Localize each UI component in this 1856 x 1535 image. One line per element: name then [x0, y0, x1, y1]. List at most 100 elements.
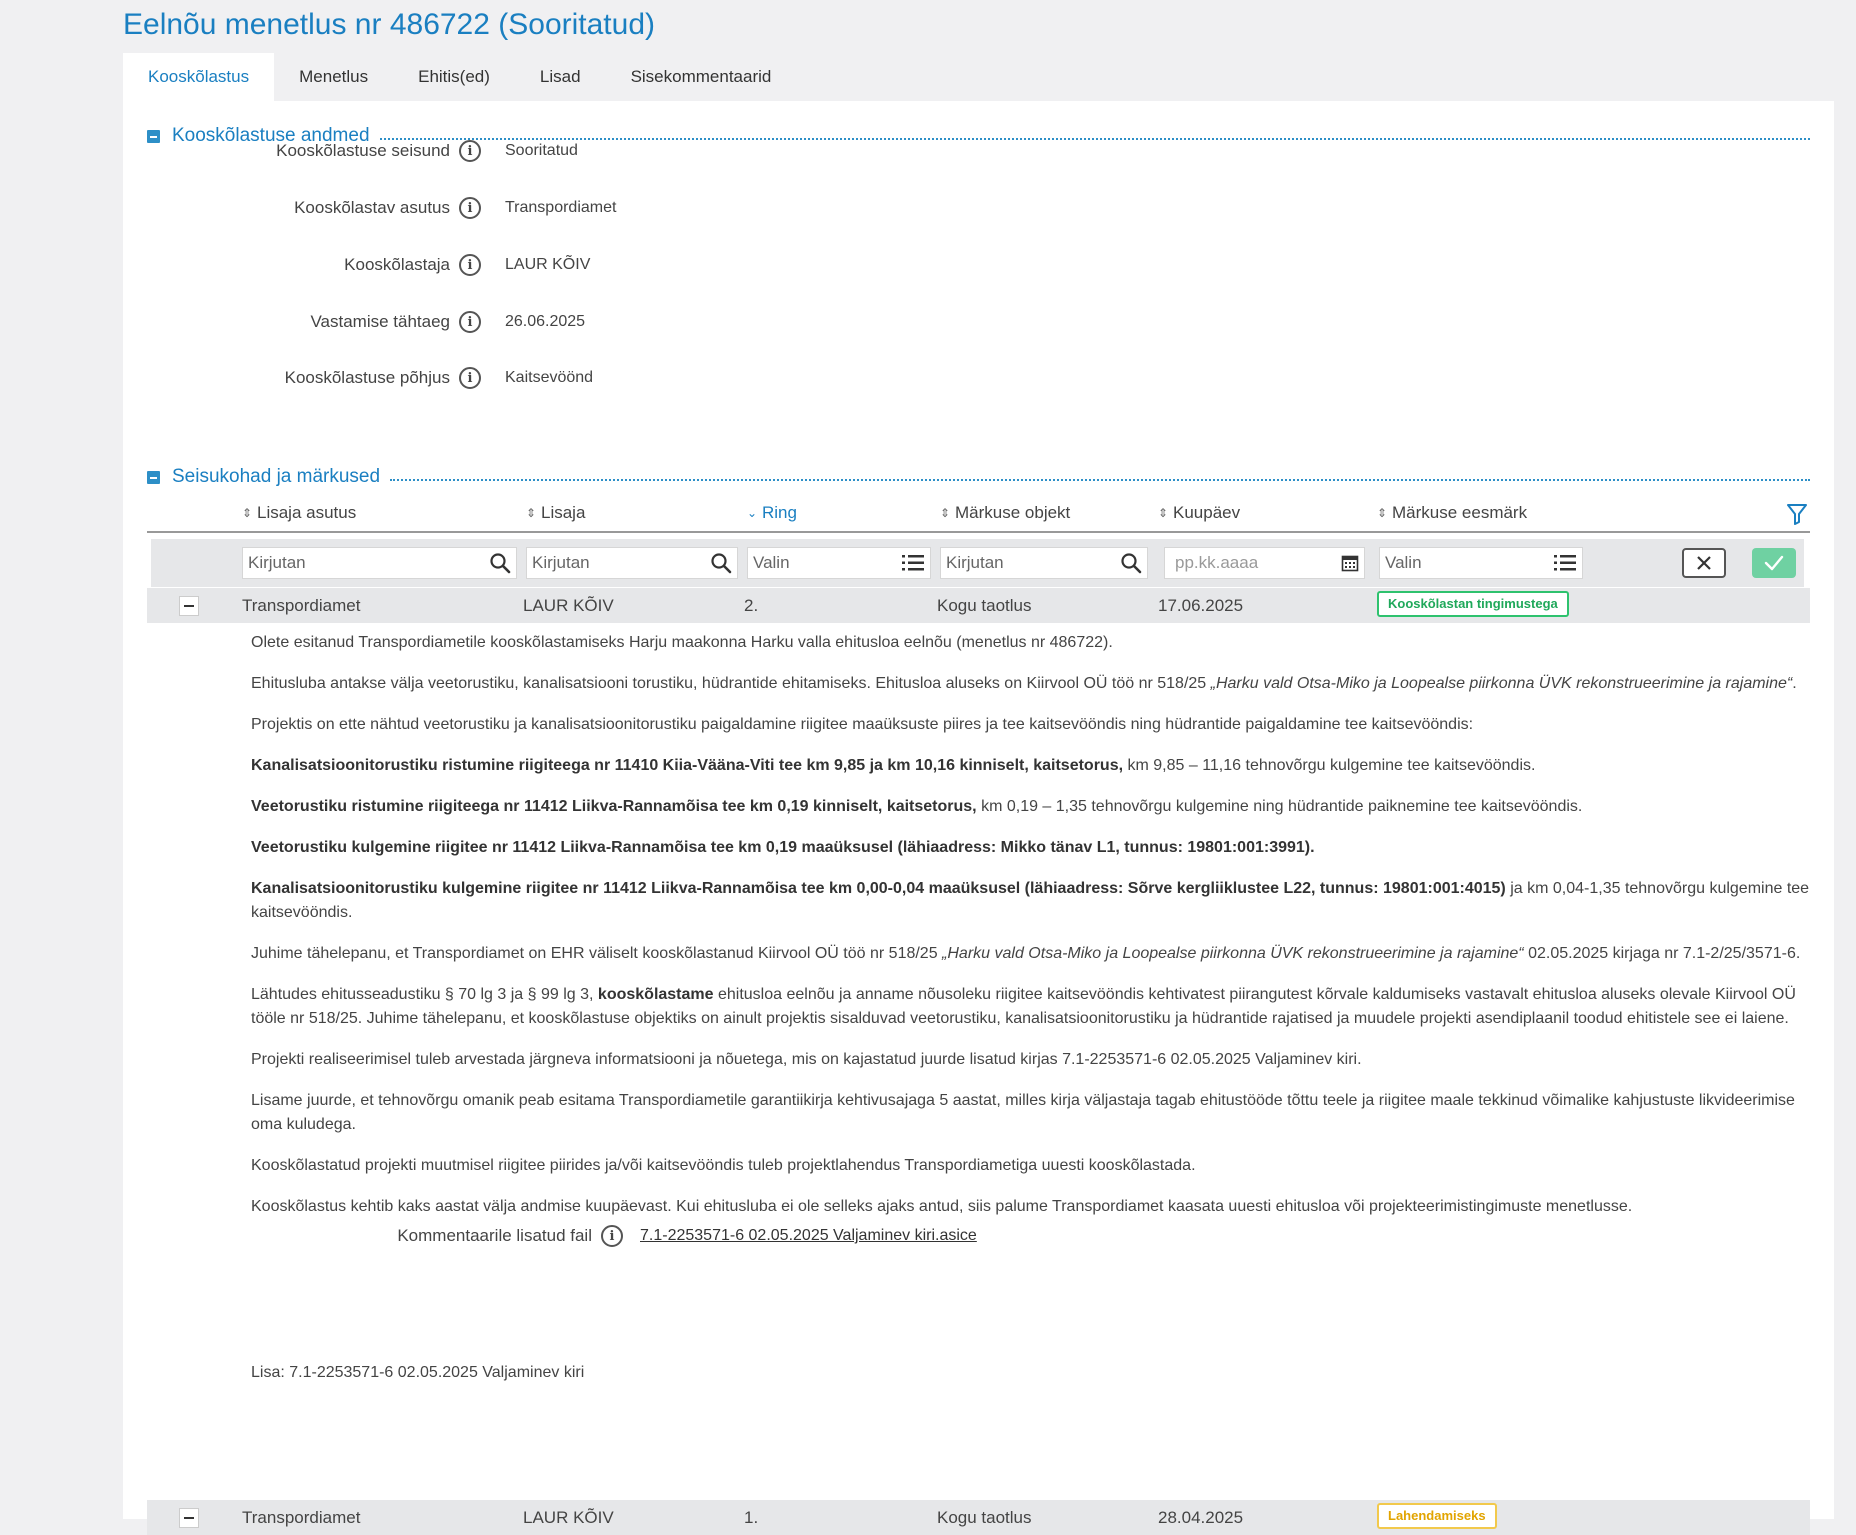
field-label: Kooskõlastav asutus	[294, 198, 450, 217]
comment-text: Projektis on ette nähtud veetorustiku ja…	[251, 716, 1474, 733]
field-value: Transpordiamet	[505, 199, 617, 216]
comment-bold: Kanalisatsioonitorustiku ristumine riigi…	[251, 757, 1124, 774]
clear-filters-button[interactable]	[1682, 548, 1726, 578]
attachment-row: Kommentaarile lisatud fail i 7.1-2253571…	[123, 1223, 977, 1249]
comment-paragraph: Kooskõlastus kehtib kaks aastat välja an…	[251, 1195, 1811, 1219]
sort-arrows-icon: ⇕	[1158, 506, 1169, 520]
sort-arrows-icon: ⇕	[1377, 506, 1388, 520]
comment-paragraph: Veetorustiku kulgemine riigitee nr 11412…	[251, 836, 1811, 860]
tab-bar: Kooskõlastus Menetlus Ehitis(ed) Lisad S…	[123, 53, 796, 101]
apply-filters-button[interactable]	[1752, 548, 1796, 578]
filter-lisaja-input[interactable]: Kirjutan	[526, 547, 738, 579]
list-icon[interactable]	[1553, 553, 1577, 573]
sort-arrows-icon: ⇕	[526, 506, 537, 520]
search-icon[interactable]	[710, 552, 732, 574]
input-placeholder: Kirjutan	[532, 553, 590, 572]
cell-kuupaev: 28.04.2025	[1158, 1508, 1244, 1527]
comment-text: Kooskõlastus kehtib kaks aastat välja an…	[251, 1198, 1633, 1215]
comment-text: Lähtudes ehitusseadustiku § 70 lg 3 ja §…	[251, 986, 598, 1003]
info-circle-icon[interactable]: i	[459, 311, 481, 333]
comment-text: Projekti realiseerimisel tuleb arvestada…	[251, 1051, 1362, 1068]
input-placeholder: pp.kk.aaaa	[1175, 553, 1259, 572]
collapse-section-button[interactable]	[147, 470, 160, 484]
status-badge: Lahendamiseks	[1377, 1503, 1497, 1529]
collapse-row-button[interactable]	[179, 596, 199, 616]
filter-funnel-icon[interactable]	[1786, 502, 1808, 531]
section-title: Seisukohad ja märkused	[172, 466, 381, 487]
cell-kuupaev: 17.06.2025	[1158, 596, 1244, 615]
comment-paragraph: Projekti realiseerimisel tuleb arvestada…	[251, 1048, 1811, 1072]
info-circle-icon[interactable]: i	[459, 367, 481, 389]
column-header-ring[interactable]: ⌄ Ring	[747, 503, 797, 523]
comment-paragraph: Lisame juurde, et tehnovõrgu omanik peab…	[251, 1089, 1811, 1137]
list-icon[interactable]	[901, 553, 925, 573]
column-header-markuse-eesmark[interactable]: ⇕ Märkuse eesmärk	[1377, 503, 1527, 523]
column-header-lisaja[interactable]: ⇕ Lisaja	[526, 503, 585, 523]
comment-bold: Veetorustiku kulgemine riigitee nr 11412…	[251, 839, 1315, 856]
comment-attachment-note: Lisa: 7.1-2253571-6 02.05.2025 Valjamine…	[251, 1364, 585, 1381]
field-row-pohjus: Kooskõlastuse põhjus i Kaitsevöönd	[123, 363, 593, 393]
column-header-kuupaev[interactable]: ⇕ Kuupäev	[1158, 503, 1240, 523]
comment-text: km 0,19 – 1,35 tehnovõrgu kulgemine ning…	[976, 798, 1583, 815]
cell-lisaja-asutus: Transpordiamet	[242, 596, 361, 615]
filter-kuupaev-input[interactable]: pp.kk.aaaa	[1164, 547, 1365, 579]
comment-text: km 9,85 – 11,16 tehnovõrgu kulgemine tee…	[1123, 757, 1536, 774]
field-value: Kaitsevöönd	[505, 369, 594, 386]
collapse-row-button[interactable]	[179, 1508, 199, 1528]
attachment-file-link[interactable]: 7.1-2253571-6 02.05.2025 Valjaminev kiri…	[640, 1227, 977, 1245]
filter-markuse-objekt-input[interactable]: Kirjutan	[940, 547, 1148, 579]
section-divider	[379, 138, 1810, 140]
field-row-kooskolastaja: Kooskõlastaja i LAUR KÕIV	[123, 250, 590, 280]
search-icon[interactable]	[489, 552, 511, 574]
comment-text: Ehitusluba antakse välja veetorustiku, k…	[251, 675, 1211, 692]
info-circle-icon[interactable]: i	[601, 1225, 623, 1247]
tab-menetlus[interactable]: Menetlus	[274, 53, 393, 101]
info-circle-icon[interactable]: i	[459, 197, 481, 219]
tab-sisekommentaarid[interactable]: Sisekommentaarid	[606, 53, 797, 101]
cell-lisaja: LAUR KÕIV	[523, 1508, 614, 1527]
calendar-icon[interactable]	[1341, 554, 1359, 572]
cell-ring: 1.	[744, 1508, 759, 1527]
attachment-label: Kommentaarile lisatud fail	[397, 1226, 592, 1245]
check-icon	[1764, 555, 1784, 571]
select-placeholder: Valin	[753, 553, 790, 572]
table-row[interactable]: Transpordiamet LAUR KÕIV 1. Kogu taotlus…	[147, 1500, 1810, 1535]
cell-lisaja: LAUR KÕIV	[523, 596, 614, 615]
comment-text: 02.05.2025 kirjaga nr 7.1-2/25/3571-6.	[1523, 945, 1801, 962]
tab-ehitised[interactable]: Ehitis(ed)	[393, 53, 515, 101]
comment-text: Juhime tähelepanu, et Transpordiamet on …	[251, 945, 943, 962]
comment-italic: „Harku vald Otsa-Miko ja Loopealse piirk…	[942, 945, 1524, 962]
status-badge: Kooskõlastan tingimustega	[1377, 591, 1569, 617]
tab-lisad[interactable]: Lisad	[515, 53, 606, 101]
section-divider	[390, 479, 1810, 481]
comment-text: Lisame juurde, et tehnovõrgu omanik peab…	[251, 1092, 1795, 1133]
sort-arrows-icon: ⇕	[242, 506, 253, 520]
search-icon[interactable]	[1120, 552, 1142, 574]
table-row[interactable]: Transpordiamet LAUR KÕIV 2. Kogu taotlus…	[147, 588, 1810, 623]
comment-paragraph: Kanalisatsioonitorustiku kulgemine riigi…	[251, 877, 1811, 925]
table-header: ⇕ Lisaja asutus ⇕ Lisaja ⌄ Ring ⇕ Märkus…	[147, 499, 1810, 533]
input-placeholder: Kirjutan	[946, 553, 1004, 572]
column-label: Lisaja asutus	[257, 503, 357, 522]
page-title: Eelnõu menetlus nr 486722 (Sooritatud)	[123, 8, 656, 41]
tab-kooskolastus[interactable]: Kooskõlastus	[123, 53, 275, 101]
column-label: Lisaja	[541, 503, 586, 522]
column-header-markuse-objekt[interactable]: ⇕ Märkuse objekt	[940, 503, 1070, 523]
field-value: LAUR KÕIV	[505, 256, 591, 273]
comment-paragraph: Kanalisatsioonitorustiku ristumine riigi…	[251, 754, 1811, 778]
cell-lisaja-asutus: Transpordiamet	[242, 1508, 361, 1527]
column-label: Märkuse objekt	[955, 503, 1071, 522]
info-circle-icon[interactable]: i	[459, 254, 481, 276]
filter-markuse-eesmark-select[interactable]: Valin	[1379, 547, 1583, 579]
field-row-seisund: Kooskõlastuse seisund i Sooritatud	[123, 136, 578, 166]
input-placeholder: Kirjutan	[248, 553, 306, 572]
info-circle-icon[interactable]: i	[459, 140, 481, 162]
comment-bold: kooskõlastame	[597, 986, 714, 1003]
field-label: Kooskõlastaja	[344, 255, 450, 274]
filter-ring-select[interactable]: Valin	[747, 547, 931, 579]
column-header-lisaja-asutus[interactable]: ⇕ Lisaja asutus	[242, 503, 356, 523]
content-panel: Kooskõlastuse andmed Kooskõlastuse seisu…	[123, 101, 1834, 1535]
field-value: Sooritatud	[505, 142, 578, 159]
filter-lisaja-asutus-input[interactable]: Kirjutan	[242, 547, 517, 579]
comment-paragraph: Kooskõlastatud projekti muutmisel riigit…	[251, 1154, 1811, 1178]
